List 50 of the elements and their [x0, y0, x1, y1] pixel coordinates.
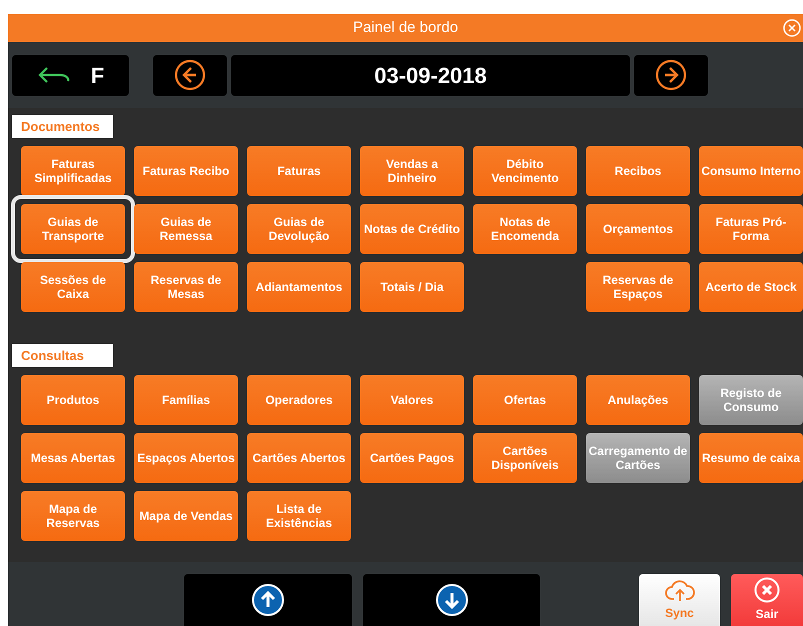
back-button[interactable]: F [12, 54, 129, 96]
menu-button[interactable]: Guias de Devolução [247, 204, 351, 254]
menu-button[interactable]: Sessões de Caixa [21, 262, 125, 312]
section-label: Documentos [12, 115, 113, 138]
menu-button[interactable]: Faturas Simplificadas [21, 146, 125, 196]
menu-button[interactable]: Débito Vencimento [473, 146, 577, 196]
section-label: Consultas [12, 344, 113, 367]
exit-button[interactable]: Sair [731, 574, 803, 626]
menu-button[interactable]: Orçamentos [586, 204, 690, 254]
menu-button[interactable]: Faturas Recibo [134, 146, 238, 196]
return-arrow-icon [36, 65, 71, 85]
window-title: Painel de bordo [352, 18, 458, 38]
menu-button[interactable]: Recibos [586, 146, 690, 196]
close-icon[interactable] [783, 19, 801, 37]
menu-button[interactable]: Vendas a Dinheiro [360, 146, 464, 196]
menu-button[interactable]: Faturas [247, 146, 351, 196]
previous-day-button[interactable] [153, 54, 227, 96]
menu-button[interactable]: Cartões Pagos [360, 433, 464, 483]
menu-button[interactable]: Cartões Abertos [247, 433, 351, 483]
close-icon [754, 577, 780, 603]
date-display: 03-09-2018 [231, 54, 630, 96]
menu-button[interactable]: Totais / Dia [360, 262, 464, 312]
menu-button[interactable]: Consumo Interno [699, 146, 803, 196]
menu-button[interactable]: Notas de Crédito [360, 204, 464, 254]
menu-button[interactable]: Resumo de caixa [699, 433, 803, 483]
menu-button[interactable]: Cartões Disponíveis [473, 433, 577, 483]
menu-button[interactable]: Guias de Transporte [21, 204, 125, 254]
menu-button[interactable]: Ofertas [473, 375, 577, 425]
menu-button[interactable]: Reservas de Espaços [586, 262, 690, 312]
menu-button[interactable]: Anulações [586, 375, 690, 425]
menu-button[interactable]: Operadores [247, 375, 351, 425]
menu-button[interactable]: Guias de Remessa [134, 204, 238, 254]
menu-button[interactable]: Faturas Pró-Forma [699, 204, 803, 254]
menu-button[interactable]: Mesas Abertas [21, 433, 125, 483]
scroll-up-button[interactable] [184, 574, 352, 626]
menu-button[interactable]: Mapa de Vendas [134, 491, 238, 541]
menu-button[interactable]: Produtos [21, 375, 125, 425]
cloud-upload-icon [664, 578, 694, 602]
menu-button[interactable]: Mapa de Reservas [21, 491, 125, 541]
menu-button[interactable]: Acerto de Stock [699, 262, 803, 312]
sync-button[interactable]: Sync [639, 574, 720, 626]
menu-button[interactable]: Adiantamentos [247, 262, 351, 312]
menu-button[interactable]: Espaços Abertos [134, 433, 238, 483]
menu-button[interactable]: Lista de Existências [247, 491, 351, 541]
scroll-down-button[interactable] [363, 574, 540, 626]
next-day-button[interactable] [634, 54, 708, 96]
menu-button[interactable]: Valores [360, 375, 464, 425]
menu-button[interactable]: Famílias [134, 375, 238, 425]
menu-button[interactable]: Reservas de Mesas [134, 262, 238, 312]
menu-button[interactable]: Notas de Encomenda [473, 204, 577, 254]
